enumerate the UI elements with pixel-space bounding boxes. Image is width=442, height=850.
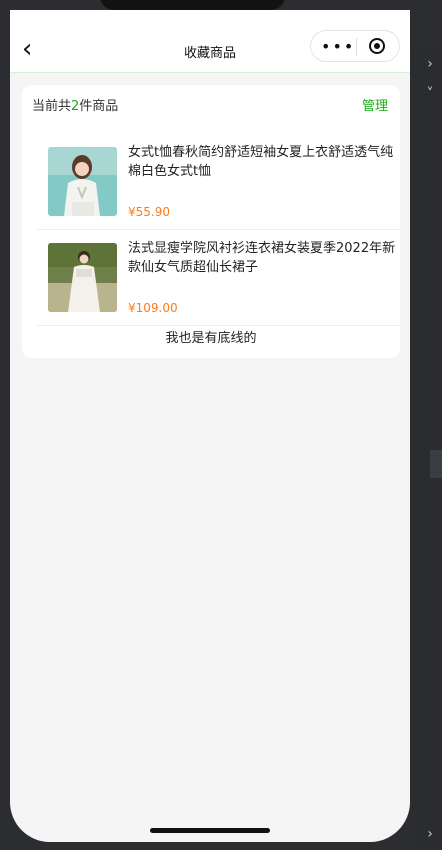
divider bbox=[37, 325, 400, 326]
list-item[interactable]: 女式t恤春秋简约舒适短袖女夏上衣舒适透气纯棉白色女式t恤 ¥55.90 bbox=[37, 131, 400, 227]
product-title[interactable]: 法式显瘦学院风衬衫连衣裙女装夏季2022年新款仙女气质超仙长裙子 bbox=[128, 239, 400, 277]
product-image[interactable] bbox=[48, 147, 117, 216]
manage-button[interactable]: 管理 bbox=[362, 95, 388, 114]
more-dots-icon[interactable]: ••• bbox=[321, 37, 355, 56]
navigation-bar: ‹ 收藏商品 ••• bbox=[10, 10, 410, 73]
favorites-card: 当前共2件商品 管理 女式t恤春秋简约舒适短袖女夏上衣舒适透气纯棉白色女式t恤 … bbox=[22, 85, 400, 358]
product-title[interactable]: 女式t恤春秋简约舒适短袖女夏上衣舒适透气纯棉白色女式t恤 bbox=[128, 143, 400, 181]
product-image[interactable] bbox=[48, 243, 117, 312]
item-count-text: 当前共2件商品 bbox=[32, 95, 118, 114]
list-item[interactable]: 法式显瘦学院风衬衫连衣裙女装夏季2022年新款仙女气质超仙长裙子 ¥109.00 bbox=[37, 227, 400, 323]
product-price: ¥55.90 bbox=[128, 205, 170, 219]
device-notch bbox=[100, 0, 285, 10]
capsule-divider bbox=[356, 38, 357, 56]
count-prefix: 当前共 bbox=[32, 99, 72, 114]
end-of-list-text: 我也是有底线的 bbox=[165, 331, 257, 346]
phone-screen: ‹ 收藏商品 ••• 当前共2件商品 管理 女式t恤春秋简约舒适短袖女夏上衣舒适… bbox=[10, 10, 410, 842]
chevron-right-icon[interactable]: › bbox=[422, 826, 438, 842]
product-price: ¥109.00 bbox=[128, 301, 178, 315]
home-indicator bbox=[150, 828, 270, 833]
mini-program-capsule[interactable]: ••• bbox=[310, 30, 400, 62]
editor-right-panel: › ˅ › bbox=[412, 48, 442, 850]
chevron-right-icon[interactable]: › bbox=[422, 56, 438, 72]
chevron-down-icon[interactable]: ˅ bbox=[422, 86, 438, 102]
scrollbar-thumb[interactable] bbox=[430, 450, 442, 478]
close-target-icon[interactable] bbox=[369, 38, 385, 54]
count-suffix: 件商品 bbox=[79, 99, 119, 114]
